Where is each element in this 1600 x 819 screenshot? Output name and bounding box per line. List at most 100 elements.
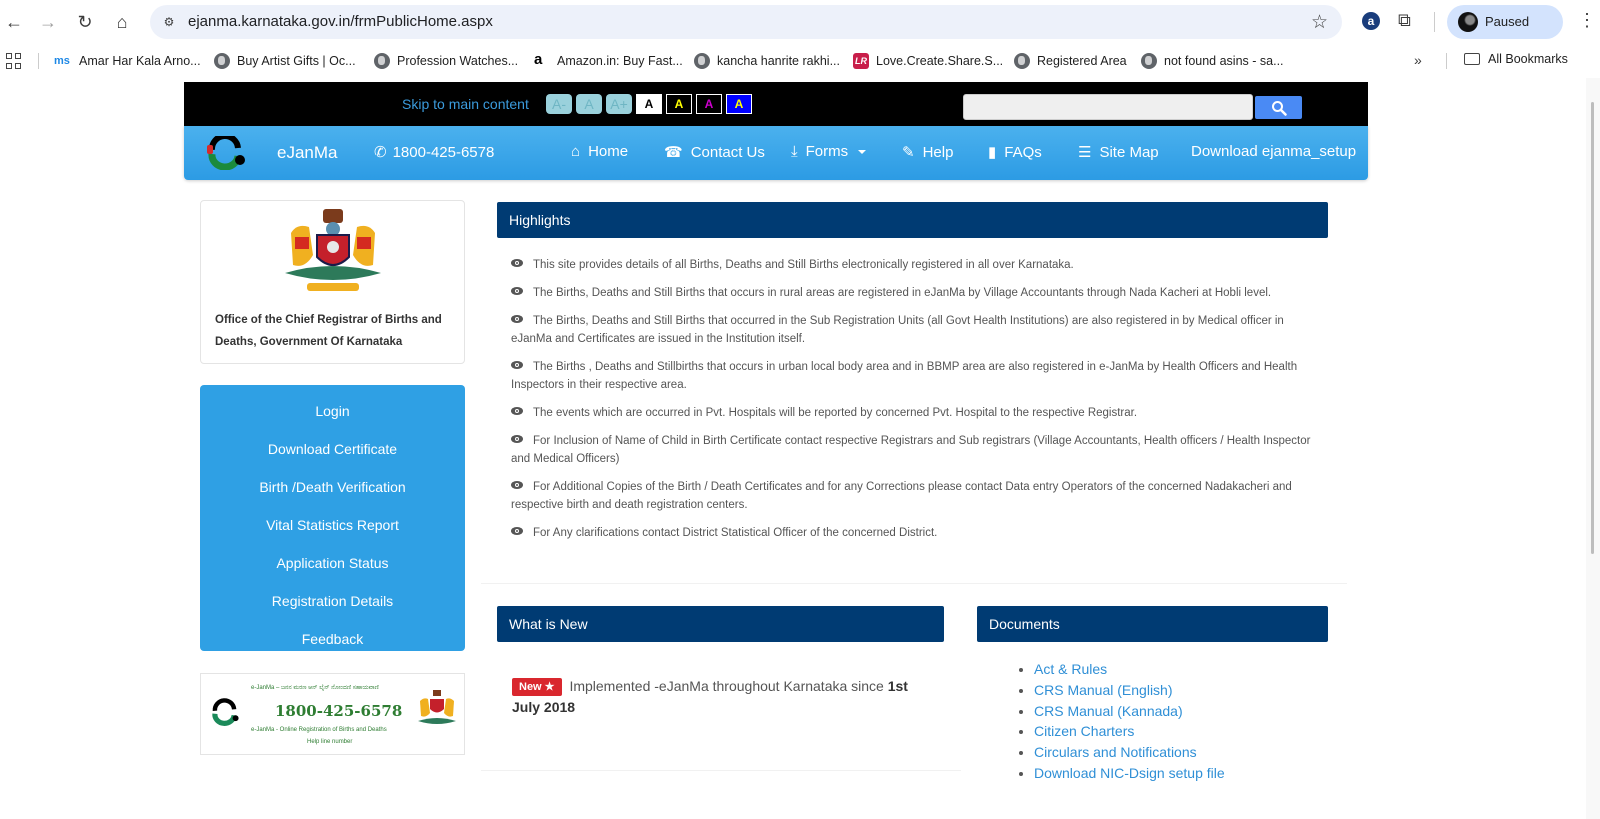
bookmark-item[interactable]: Buy Artist Gifts | Oc... (214, 52, 356, 70)
lr-favicon-icon: LR (853, 53, 869, 69)
doc-link-citizen-charters[interactable]: Citizen Charters (1034, 723, 1134, 739)
bookmark-label: Buy Artist Gifts | Oc... (237, 54, 356, 68)
accessibility-bar: Skip to main content A- A A+ A A A A (184, 82, 1368, 126)
all-bookmarks-button[interactable]: All Bookmarks (1464, 52, 1568, 66)
nav-home[interactable]: ⌂ Home (571, 143, 628, 160)
doc-link-act-rules[interactable]: Act & Rules (1034, 661, 1107, 677)
nav-forms[interactable]: ⤓ Forms (791, 143, 867, 160)
nav-download-setup[interactable]: Download ejanma_setup (1191, 143, 1356, 160)
menu-kebab-icon[interactable]: ⋮ (1578, 10, 1596, 31)
menu-vital-statistics-report[interactable]: Vital Statistics Report (200, 506, 465, 544)
helpline-banner: e-JanMa – ಜನನ ಮರಣ ಆನ್ ಲೈನ್ ನೋಂದಣಿ ಸಹಾಯವಾ… (200, 673, 465, 755)
page-scrollbar[interactable] (1586, 78, 1600, 819)
nav-faqs[interactable]: ▮ FAQs (988, 143, 1042, 162)
document-item: CRS Manual (Kannada) (1034, 701, 1225, 722)
highlight-item: The Births, Deaths and Still Births that… (511, 311, 1311, 348)
nav-contact-us[interactable]: ☎ Contact Us (664, 143, 765, 162)
documents-list: Act & Rules CRS Manual (English) CRS Man… (1034, 659, 1225, 784)
url-text[interactable]: ejanma.karnataka.gov.in/frmPublicHome.as… (188, 13, 493, 30)
nav-site-map[interactable]: ☰ Site Map (1078, 143, 1159, 162)
phone-handset-icon: ✆ (374, 144, 387, 161)
font-decrease-button[interactable]: A- (546, 94, 572, 114)
nav-label: Download ejanma_setup (1191, 143, 1357, 160)
highlight-text: For Any clarifications contact District … (533, 527, 938, 539)
extension-icon[interactable]: a (1362, 12, 1380, 30)
brand-name[interactable]: eJanMa (277, 143, 337, 163)
contrast-white-button[interactable]: A (636, 94, 662, 114)
globe-icon (694, 53, 710, 69)
highlights-list: This site provides details of all Births… (511, 255, 1311, 551)
bookmark-item[interactable]: LR Love.Create.Share.S... (853, 52, 1003, 70)
highlight-item: For Additional Copies of the Birth / Dea… (511, 477, 1311, 514)
font-increase-button[interactable]: A+ (606, 94, 632, 114)
highlight-text: The events which are occurred in Pvt. Ho… (533, 407, 1138, 419)
bookmark-item[interactable]: not found asins - sa... (1141, 52, 1284, 70)
services-menu: Login Download Certificate Birth /Death … (200, 385, 465, 651)
contrast-blue-button[interactable]: A (726, 94, 752, 114)
highlight-text: For Inclusion of Name of Child in Birth … (511, 435, 1311, 465)
skip-to-main-link[interactable]: Skip to main content (402, 96, 529, 112)
eye-icon (511, 403, 523, 415)
bookmark-item[interactable]: Registered Area (1014, 52, 1127, 70)
phone-icon: ☎ (664, 144, 683, 161)
bookmark-label: Registered Area (1037, 54, 1127, 68)
helpline-kannada-text: e-JanMa – ಜನನ ಮರಣ ಆನ್ ಲೈನ್ ನೋಂದಣಿ ಸಹಾಯವಾ… (251, 685, 379, 691)
bookmark-star-icon[interactable]: ☆ (1311, 11, 1328, 34)
nav-label: Help (922, 143, 954, 161)
forward-button[interactable]: → (36, 10, 60, 34)
menu-application-status[interactable]: Application Status (200, 544, 465, 582)
doc-link-crs-manual-english[interactable]: CRS Manual (English) (1034, 682, 1173, 698)
menu-login[interactable]: Login (200, 392, 465, 430)
bookmarks-overflow-button[interactable]: » (1414, 52, 1422, 68)
eye-icon (511, 431, 523, 443)
eye-icon (511, 523, 523, 535)
back-button[interactable]: ← (2, 10, 26, 34)
bookmark-item[interactable]: kancha hanrite rakhi... (694, 52, 840, 70)
extensions-puzzle-icon[interactable]: ⧉ (1398, 10, 1411, 31)
download-icon: ⤓ (791, 143, 798, 160)
nav-label: FAQs (1004, 143, 1042, 161)
doc-link-crs-manual-kannada[interactable]: CRS Manual (Kannada) (1034, 703, 1183, 719)
search-button[interactable] (1255, 96, 1302, 119)
office-card: Office of the Chief Registrar of Births … (200, 200, 465, 364)
nav-help[interactable]: ✎ Help (902, 143, 954, 162)
highlight-text: The Births , Deaths and Stillbirths that… (511, 361, 1298, 391)
highlight-text: The Births, Deaths and Still Births that… (511, 315, 1284, 345)
bookmark-item[interactable]: ms Amar Har Kala Arno... (54, 52, 201, 70)
caret-down-icon (858, 149, 867, 154)
highlight-item: For Any clarifications contact District … (511, 523, 1311, 542)
menu-download-certificate[interactable]: Download Certificate (200, 430, 465, 468)
reload-button[interactable]: ↻ (73, 10, 97, 34)
home-button[interactable]: ⌂ (110, 10, 134, 34)
ejanma-logo-icon[interactable] (204, 136, 250, 170)
nav-label: Home (588, 143, 629, 160)
highlight-item: For Inclusion of Name of Child in Birth … (511, 431, 1311, 468)
address-bar[interactable]: ⚙ ejanma.karnataka.gov.in/frmPublicHome.… (150, 5, 1342, 39)
contrast-magenta-button[interactable]: A (696, 94, 722, 114)
whats-new-text: Implemented -eJanMa throughout Karnataka… (569, 678, 888, 694)
doc-link-circulars[interactable]: Circulars and Notifications (1034, 744, 1197, 760)
menu-registration-details[interactable]: Registration Details (200, 582, 465, 620)
menu-feedback[interactable]: Feedback (200, 620, 465, 658)
section-divider (481, 770, 961, 771)
bookmark-item[interactable]: a Amazon.in: Buy Fast... (534, 52, 683, 70)
site-info-icon[interactable]: ⚙ (160, 13, 178, 31)
eye-icon (511, 311, 523, 323)
bookmark-label: Amar Har Kala Arno... (79, 54, 201, 68)
profile-button[interactable]: Paused (1447, 5, 1563, 39)
avatar (1458, 12, 1478, 32)
contrast-yellow-button[interactable]: A (666, 94, 692, 114)
search-icon (1272, 101, 1287, 116)
site-search-input[interactable] (963, 94, 1253, 120)
profile-status: Paused (1485, 14, 1530, 29)
doc-link-nic-dsign[interactable]: Download NIC-Dsign setup file (1034, 765, 1225, 781)
toolbar-divider (1434, 12, 1435, 32)
bookmark-label: Love.Create.Share.S... (876, 54, 1004, 68)
apps-grid-icon[interactable] (6, 53, 22, 69)
helpline-caption: Help line number (307, 739, 353, 745)
bookmark-item[interactable]: Profession Watches... (374, 52, 518, 70)
highlight-text: The Births, Deaths and Still Births that… (533, 287, 1272, 299)
menu-birth-death-verification[interactable]: Birth /Death Verification (200, 468, 465, 506)
scrollbar-thumb[interactable] (1591, 102, 1594, 554)
font-normal-button[interactable]: A (576, 94, 602, 114)
